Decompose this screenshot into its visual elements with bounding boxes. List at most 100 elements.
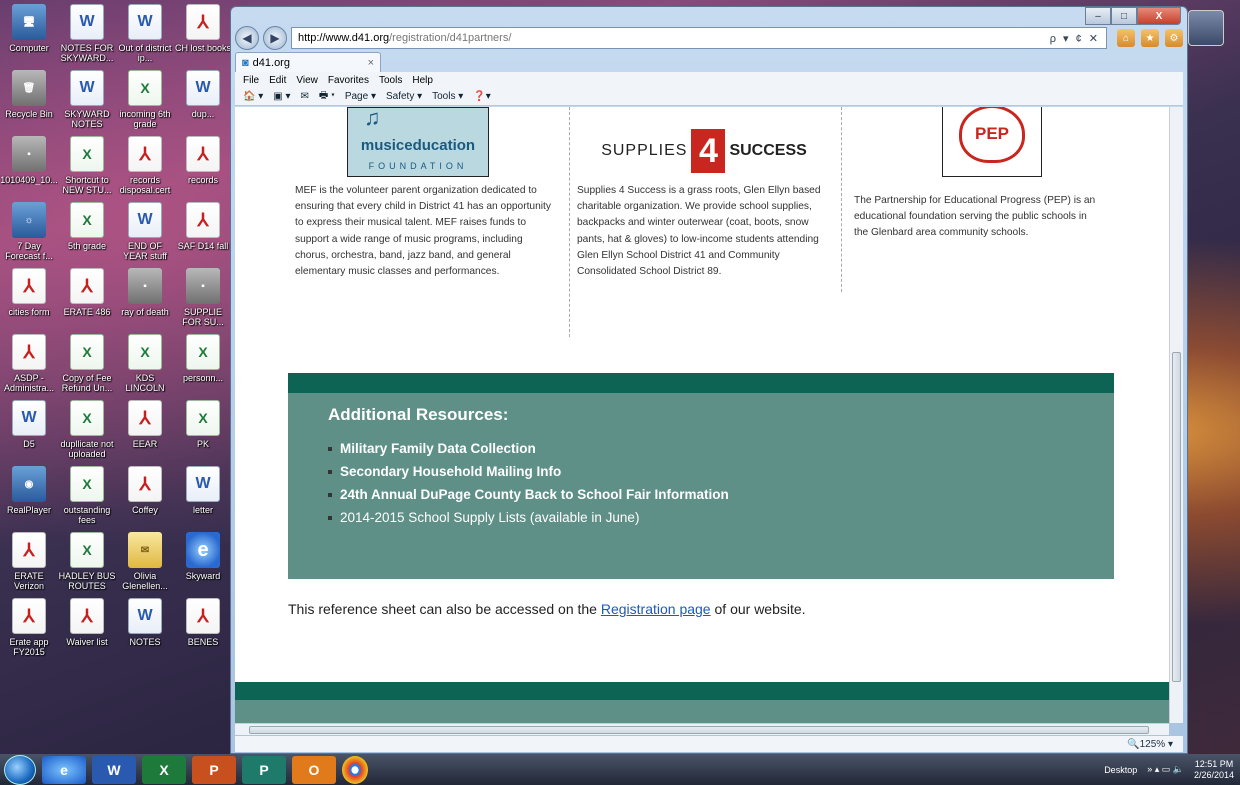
desktop-icon[interactable]: 🗑 Recycle Bin	[0, 66, 58, 132]
desktop-icon[interactable]: Xincoming 6th grade	[116, 66, 174, 132]
desktop-icon[interactable]: W END OF YEAR stuff	[116, 198, 174, 264]
registration-page-link[interactable]: Registration page	[601, 601, 711, 617]
desktop-icon[interactable]: ⅄ EEAR	[116, 396, 174, 462]
taskbar-word-icon[interactable]: W	[92, 755, 136, 784]
desktop-icon[interactable]: X PK	[174, 396, 232, 462]
desktop-icon[interactable]: ▪ SUPPLIE FOR SU...	[174, 264, 232, 330]
resource-link[interactable]: Secondary Household Mailing Info	[328, 460, 1074, 483]
desktop-toolbar-label[interactable]: Desktop	[1104, 765, 1137, 775]
cmd-page[interactable]: Page ▾	[345, 91, 376, 102]
url-host: http://www.d41.org	[298, 32, 390, 44]
taskbar-chrome-icon[interactable]	[342, 755, 368, 784]
desktop-icon[interactable]: 🖥 Computer	[0, 0, 58, 66]
excel-file-icon: X	[70, 466, 104, 502]
desktop-icon[interactable]: ✉ Olivia Glenellen...	[116, 528, 174, 594]
url-path: /registration/d41partners/	[389, 32, 512, 44]
close-button[interactable]: X	[1137, 7, 1181, 25]
cmd-mail[interactable]: ✉	[301, 91, 309, 102]
resource-link-text: 2014-2015 School Supply Lists (available…	[340, 510, 640, 525]
horizontal-scrollbar[interactable]	[235, 723, 1169, 735]
menu-file[interactable]: File	[243, 75, 259, 86]
taskbar-ie-icon[interactable]: e	[42, 755, 86, 784]
desktop-icon[interactable]: X Shortcut to NEW STU...	[58, 132, 116, 198]
back-button[interactable]: ◀	[235, 26, 259, 50]
vertical-scroll-thumb[interactable]	[1172, 352, 1181, 682]
desktop-icon[interactable]: Xpersonn...	[174, 330, 232, 396]
minimize-button[interactable]: –	[1085, 7, 1111, 25]
desktop-icon[interactable]: Xdupllicate not uploaded	[58, 396, 116, 462]
desktop-icon[interactable]: ⅄ ERATE Verizon	[0, 528, 58, 594]
cmd-home[interactable]: 🏠 ▾	[243, 91, 263, 102]
desktop-icon[interactable]: W SKYWARD NOTES	[58, 66, 116, 132]
desktop-icon[interactable]: Xoutstanding fees	[58, 462, 116, 528]
tab-close-icon[interactable]: ×	[368, 57, 374, 69]
desktop-icon[interactable]: ⅄ CH lost books	[174, 0, 232, 66]
maximize-button[interactable]: □	[1111, 7, 1137, 25]
desktop-icon[interactable]: Wdup...	[174, 66, 232, 132]
s4s-logo[interactable]: SUPPLIES 4 SUCCESS	[601, 125, 807, 177]
horizontal-scroll-thumb[interactable]	[249, 726, 1149, 734]
address-tools[interactable]: ρ ▾ ¢ ✕	[1050, 32, 1100, 45]
taskbar-excel-icon[interactable]: X	[142, 755, 186, 784]
clock[interactable]: 12:51 PM 2/26/2014	[1194, 759, 1234, 781]
desktop-icon[interactable]: X 5th grade	[58, 198, 116, 264]
forward-button[interactable]: ▶	[263, 26, 287, 50]
desktop-icon[interactable]: ⅄ SAF D14 fall	[174, 198, 232, 264]
settings-gear-icon[interactable]: ⚙	[1165, 29, 1183, 47]
zoom-level[interactable]: 🔍125% ▾	[1127, 739, 1173, 750]
menu-bar: File Edit View Favorites Tools Help	[235, 72, 1183, 88]
desktop-icon[interactable]: X KDS LINCOLN	[116, 330, 174, 396]
desktop-icon[interactable]: ⅄ BENES	[174, 594, 232, 660]
tab-d41[interactable]: ◙ d41.org ×	[235, 52, 381, 72]
menu-tools[interactable]: Tools	[379, 75, 402, 86]
desktop-icon[interactable]: ⅄ Coffey	[116, 462, 174, 528]
desktop-icon[interactable]: ☼ 7 Day Forecast f...	[0, 198, 58, 264]
desktop-icon-label: HADLEY BUS ROUTES	[58, 571, 116, 591]
desktop-icon[interactable]: X Copy of Fee Refund Un...	[58, 330, 116, 396]
cmd-feeds[interactable]: ▣ ▾	[273, 91, 290, 102]
desktop-icon[interactable]: ▪ ray of death	[116, 264, 174, 330]
cmd-print[interactable]: 🖶 ▾	[319, 88, 335, 105]
favorites-star-icon[interactable]: ★	[1141, 29, 1159, 47]
resource-link[interactable]: 2014-2015 School Supply Lists (available…	[328, 506, 1074, 529]
desktop-icon[interactable]: W NOTES FOR SKYWARD...	[58, 0, 116, 66]
desktop-icon[interactable]: ⅄ Waiver list	[58, 594, 116, 660]
desktop-icon[interactable]: e Skyward	[174, 528, 232, 594]
resource-link[interactable]: Military Family Data Collection	[328, 437, 1074, 460]
menu-favorites[interactable]: Favorites	[328, 75, 369, 86]
cmd-help[interactable]: ❓▾	[473, 91, 490, 102]
vertical-scrollbar[interactable]	[1169, 107, 1183, 723]
tray-icons[interactable]: » ▴ ▭ 🔈	[1147, 764, 1184, 775]
desktop-app-icon[interactable]	[1188, 10, 1224, 46]
desktop-icon[interactable]: Wletter	[174, 462, 232, 528]
menu-edit[interactable]: Edit	[269, 75, 286, 86]
desktop-icon-label: ray of death	[121, 307, 169, 317]
start-button[interactable]	[4, 754, 36, 785]
menu-help[interactable]: Help	[412, 75, 433, 86]
resource-link[interactable]: 24th Annual DuPage County Back to School…	[328, 483, 1074, 506]
desktop-icon[interactable]: X HADLEY BUS ROUTES	[58, 528, 116, 594]
pep-logo[interactable]: PEP	[942, 107, 1042, 177]
desktop-icon[interactable]: ⅄ cities form	[0, 264, 58, 330]
mef-logo[interactable]: ♫ musiceducation FOUNDATION	[347, 107, 489, 177]
address-bar[interactable]: http://www.d41.org /registration/d41part…	[291, 27, 1107, 49]
desktop-icon[interactable]: ◉ RealPlayer	[0, 462, 58, 528]
mef-logo-subtitle: FOUNDATION	[368, 161, 468, 171]
menu-view[interactable]: View	[296, 75, 318, 86]
home-icon[interactable]: ⌂	[1117, 29, 1135, 47]
desktop-icon[interactable]: W D5	[0, 396, 58, 462]
excel-file-icon: X	[186, 334, 220, 370]
cmd-safety[interactable]: Safety ▾	[386, 91, 422, 102]
desktop-icon[interactable]: W Out of district ip...	[116, 0, 174, 66]
desktop-icon[interactable]: ⅄ records disposal.cert	[116, 132, 174, 198]
desktop-icon[interactable]: ⅄ ASDP - Administra...	[0, 330, 58, 396]
taskbar-pub-icon[interactable]: P	[242, 755, 286, 784]
desktop-icon[interactable]: ⅄ ERATE 486	[58, 264, 116, 330]
desktop-icon[interactable]: ▪ 1010409_10...	[0, 132, 58, 198]
desktop-icon[interactable]: W NOTES	[116, 594, 174, 660]
desktop-icon[interactable]: ⅄ Erate app FY2015	[0, 594, 58, 660]
taskbar-ppt-icon[interactable]: P	[192, 755, 236, 784]
cmd-tools[interactable]: Tools ▾	[432, 91, 463, 102]
taskbar-outlook-icon[interactable]: O	[292, 755, 336, 784]
desktop-icon[interactable]: ⅄ records	[174, 132, 232, 198]
